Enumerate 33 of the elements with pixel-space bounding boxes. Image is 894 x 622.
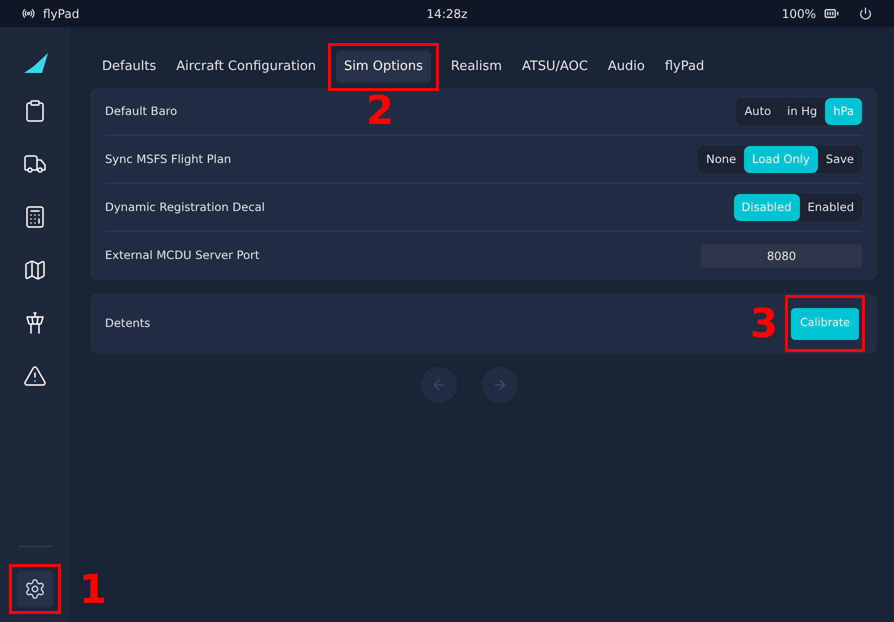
battery-percent: 100% [782, 6, 816, 22]
callout-number: 3 [750, 304, 778, 344]
setting-label: Sync MSFS Flight Plan [105, 150, 232, 168]
callout-number: 2 [366, 91, 394, 132]
option-button[interactable]: Save [818, 146, 862, 173]
clock: 14:28z [426, 6, 468, 22]
option-button[interactable]: in Hg [779, 98, 826, 125]
app-name: flyPad [43, 6, 80, 22]
settings-tab[interactable]: ATSU/AOC [514, 51, 596, 83]
battery-icon [824, 6, 839, 21]
settings-tab[interactable]: Realism [442, 51, 510, 83]
option-button[interactable]: Auto [736, 98, 780, 125]
settings-tab[interactable]: flyPad [656, 51, 712, 83]
arrow-right-icon [492, 377, 508, 393]
settings-tab[interactable]: Sim Options [336, 51, 431, 83]
broadcast-icon [22, 7, 35, 20]
settings-icon [24, 578, 46, 600]
warning-icon [23, 364, 47, 388]
port-field[interactable]: 8080 [701, 244, 862, 268]
option-button[interactable]: Enabled [800, 194, 862, 221]
settings-tab[interactable]: Audio [600, 51, 653, 83]
settings-tab[interactable]: Aircraft Configuration [168, 51, 324, 83]
settings-button[interactable] [17, 571, 53, 607]
map-icon [23, 258, 47, 282]
power-icon[interactable] [859, 7, 872, 20]
callout-number: 1 [79, 570, 107, 610]
logo-icon [22, 53, 48, 75]
settings-tab[interactable]: Defaults [94, 51, 164, 83]
setting-label: External MCDU Server Port [105, 247, 260, 264]
option-button[interactable]: None [698, 146, 744, 173]
setting-label: Default Baro [105, 102, 178, 120]
setting-label: Dynamic Registration Decal [105, 198, 265, 216]
setting-label: Detents [105, 314, 150, 332]
